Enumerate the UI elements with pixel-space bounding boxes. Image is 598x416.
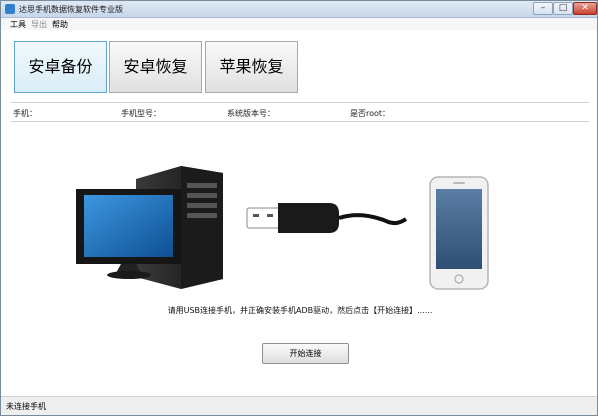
info-divider-top [11,102,589,103]
android-restore-button[interactable]: 安卓恢复 [109,41,202,93]
computer-icon [76,166,223,289]
close-button[interactable]: ✕ [573,2,597,15]
info-divider-bottom [11,121,589,122]
apple-restore-button[interactable]: 苹果恢复 [205,41,298,93]
system-version-label: 系统版本号： [227,109,275,118]
phone-model-label: 手机型号： [121,109,161,118]
connection-illustration [76,166,489,290]
start-connection-button[interactable]: 开始连接 [262,343,349,364]
root-status-label: 是否root： [350,109,391,118]
menu-tools[interactable]: 工具 [10,19,26,30]
menu-help[interactable]: 帮助 [52,19,68,30]
smartphone-icon [429,176,489,290]
window-title: 达思手机数据恢复软件专业版 [19,5,123,14]
usb-cable-icon [246,203,408,233]
minimize-button[interactable]: – [533,2,553,15]
android-backup-button[interactable]: 安卓备份 [14,41,107,93]
phone-label: 手机： [13,109,37,118]
status-bar: 未连接手机 [1,396,597,415]
connection-instruction: 请用USB连接手机，并正确安装手机ADB驱动，然后点击【开始连接】...... [167,306,433,315]
connection-status: 未连接手机 [6,402,46,411]
app-icon [5,4,15,14]
menu-bar: 工具 导出 帮助 [1,18,597,30]
maximize-button[interactable]: □ [553,2,573,15]
app-window: 达思手机数据恢复软件专业版 – □ ✕ 工具 导出 帮助 安卓备份 安卓恢复 苹… [0,0,598,416]
title-bar[interactable]: 达思手机数据恢复软件专业版 – □ ✕ [1,1,597,18]
menu-export[interactable]: 导出 [31,19,47,30]
